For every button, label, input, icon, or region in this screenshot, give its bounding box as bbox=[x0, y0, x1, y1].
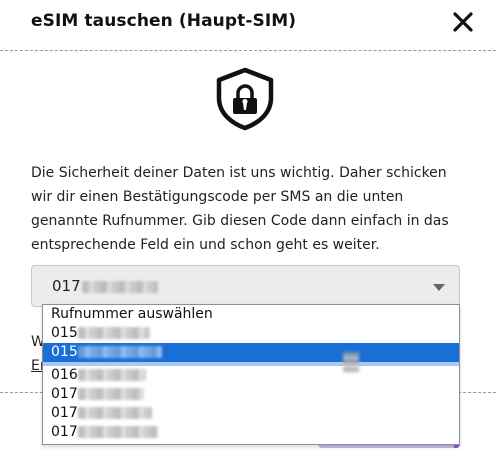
masked-number bbox=[77, 388, 144, 400]
phone-prefix: 017 bbox=[52, 277, 81, 295]
dropdown-option[interactable]: 017 bbox=[43, 385, 459, 404]
esim-swap-modal: eSIM tauschen (Haupt-SIM) Die Sicherheit… bbox=[0, 0, 496, 462]
dropdown-option[interactable]: 016 bbox=[43, 366, 459, 385]
dropdown-option[interactable]: 017 bbox=[43, 404, 459, 423]
masked-number bbox=[77, 369, 146, 381]
dropdown-option[interactable]: 017 bbox=[43, 423, 459, 442]
option-prefix: 015 bbox=[51, 325, 78, 341]
mouse-cursor bbox=[343, 352, 359, 372]
shield-lock-icon bbox=[213, 67, 277, 131]
selected-phone-number: 017 bbox=[52, 277, 158, 295]
phone-number-dropdown[interactable]: Rufnummer auswählen 015 015 016 017 017 … bbox=[42, 304, 460, 445]
info-line: wir dir einen Bestätigungscode per SMS a… bbox=[31, 189, 404, 205]
phone-number-select[interactable]: 017 bbox=[31, 265, 460, 307]
info-line: genannte Rufnummer. Gib diesen Code dann… bbox=[31, 213, 449, 229]
dropdown-option[interactable]: 015 bbox=[43, 324, 459, 343]
option-prefix: 017 bbox=[51, 424, 78, 440]
info-line: entsprechende Feld ein und schon geht es… bbox=[31, 237, 380, 253]
option-prefix: 017 bbox=[51, 405, 78, 421]
masked-number bbox=[81, 280, 158, 293]
masked-number bbox=[77, 426, 158, 438]
close-icon[interactable] bbox=[451, 10, 475, 34]
option-prefix: 015 bbox=[51, 344, 78, 360]
masked-number bbox=[77, 407, 152, 419]
masked-number bbox=[77, 346, 162, 358]
info-line: Die Sicherheit deiner Daten ist uns wich… bbox=[31, 165, 447, 181]
modal-title: eSIM tauschen (Haupt-SIM) bbox=[31, 11, 297, 31]
security-info-text: Die Sicherheit deiner Daten ist uns wich… bbox=[31, 161, 471, 257]
dropdown-option[interactable]: Rufnummer auswählen bbox=[43, 305, 459, 324]
chevron-down-icon bbox=[433, 284, 445, 291]
modal-header: eSIM tauschen (Haupt-SIM) bbox=[0, 0, 496, 50]
option-label: Rufnummer auswählen bbox=[51, 306, 213, 322]
dropdown-option-selected[interactable]: 015 bbox=[43, 343, 459, 362]
header-divider bbox=[0, 50, 496, 51]
masked-number bbox=[77, 327, 150, 339]
option-prefix: 016 bbox=[51, 367, 78, 383]
option-prefix: 017 bbox=[51, 386, 78, 402]
